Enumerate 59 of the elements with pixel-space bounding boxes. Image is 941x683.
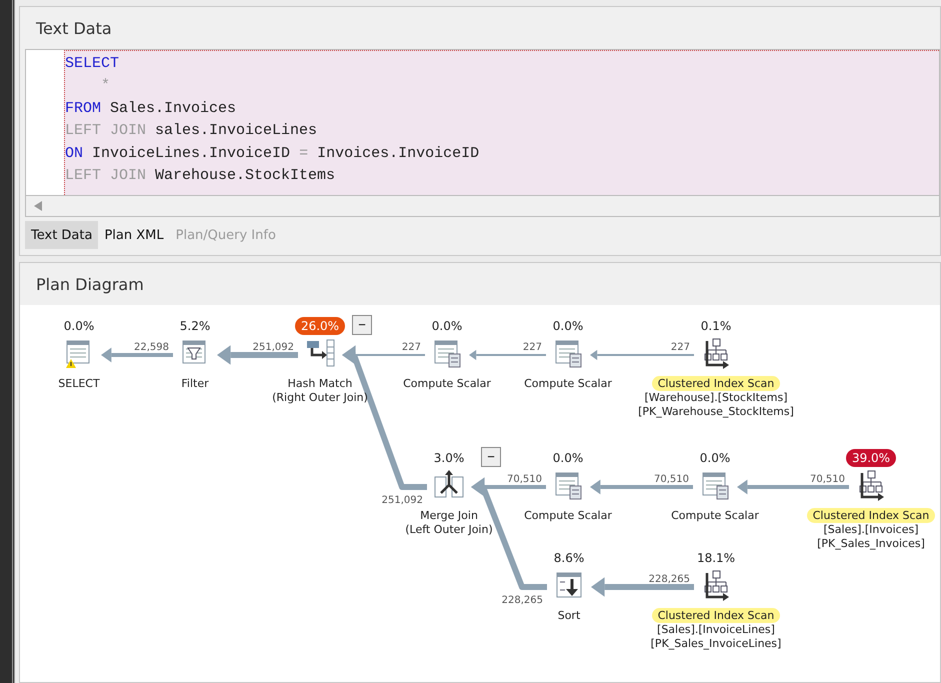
operator-detail: [PK_Sales_Invoices] (817, 537, 925, 551)
operator-detail: [Sales].[InvoiceLines] (657, 623, 775, 637)
operator-label: Sort (556, 608, 582, 623)
operator-label: Compute Scalar (670, 508, 760, 523)
row-count: 227 (402, 342, 421, 353)
code-line: LEFT JOIN Warehouse.StockItems (65, 166, 336, 186)
scroll-left-icon[interactable] (34, 201, 42, 211)
cost-percent: 18.1% (696, 550, 736, 567)
code-line: FROM Sales.Invoices (65, 98, 238, 119)
operator-detail: [Warehouse].[StockItems] (644, 391, 788, 405)
operator-detail: [PK_Sales_InvoiceLines] (650, 637, 782, 651)
panel-title: Plan Diagram (35, 274, 145, 296)
row-count: 228,265 (502, 595, 543, 606)
cost-badge: 26.0% (294, 317, 346, 335)
row-count: 70,510 (507, 474, 542, 485)
operator-label: SELECT (57, 376, 101, 391)
code-line: SELECT (65, 54, 120, 74)
cost-badge: 39.0% (846, 449, 896, 467)
cost-percent: 8.6% (552, 550, 586, 567)
collapse-button[interactable]: − (481, 447, 501, 467)
operator-label: Compute Scalar (523, 376, 613, 391)
code-line: ON InvoiceLines.InvoiceID = Invoices.InvoiceID (65, 144, 480, 164)
row-count: 251,092 (252, 342, 294, 353)
operator-detail: (Left Outer Join) (405, 523, 493, 537)
highlighted-operator-label: Clustered Index Scan (806, 508, 936, 523)
operator-label: Compute Scalar (402, 376, 492, 391)
tab[interactable]: Plan XML (98, 221, 170, 249)
operator-label: Compute Scalar (523, 508, 613, 523)
operator-detail: [PK_Warehouse_StockItems] (638, 405, 794, 419)
cost-percent: 0.1% (700, 318, 732, 335)
code-editor[interactable]: SELECT * FROM Sales.Invoices LEFT JOIN sales.InvoiceLines ON InvoiceLines.InvoiceID = Invoices.InvoiceID LEFT JOIN Warehouse.StockItems (25, 49, 940, 195)
row-count: 22,598 (134, 342, 169, 353)
cost-percent: 0.0% (698, 450, 732, 467)
panel-title: Text Data (35, 18, 113, 40)
cost-percent: 0.0% (430, 318, 464, 335)
highlighted-operator-label: Clustered Index Scan (652, 608, 780, 623)
join-icon (304, 337, 336, 369)
cost-percent: 0.0% (62, 318, 96, 335)
operator-label: Hash Match (286, 376, 354, 391)
operator-label: Merge Join (419, 508, 479, 523)
operator-label: Filter (180, 376, 210, 391)
cost-percent: 3.0% (432, 450, 466, 467)
tab[interactable]: Text Data (25, 221, 98, 249)
cost-percent: 5.2% (178, 318, 212, 335)
cost-percent: 0.0% (552, 450, 584, 467)
code-line: * (100, 76, 112, 96)
row-count: 227 (522, 342, 542, 353)
code-line: LEFT JOIN sales.InvoiceLines (65, 121, 318, 142)
row-count: 251,092 (382, 495, 423, 506)
collapse-button[interactable]: − (352, 315, 372, 335)
row-count: 227 (670, 342, 690, 353)
operator-detail: (Right Outer Join) (272, 391, 368, 405)
row-count: 228,265 (648, 574, 690, 585)
operator-detail: [Sales].[Invoices] (824, 523, 918, 537)
row-count: 70,510 (654, 474, 689, 485)
highlighted-operator-label: Clustered Index Scan (652, 376, 780, 391)
row-count: 70,510 (810, 474, 845, 485)
horizontal-scrollbar[interactable] (25, 195, 940, 217)
cost-percent: 0.0% (552, 318, 584, 335)
